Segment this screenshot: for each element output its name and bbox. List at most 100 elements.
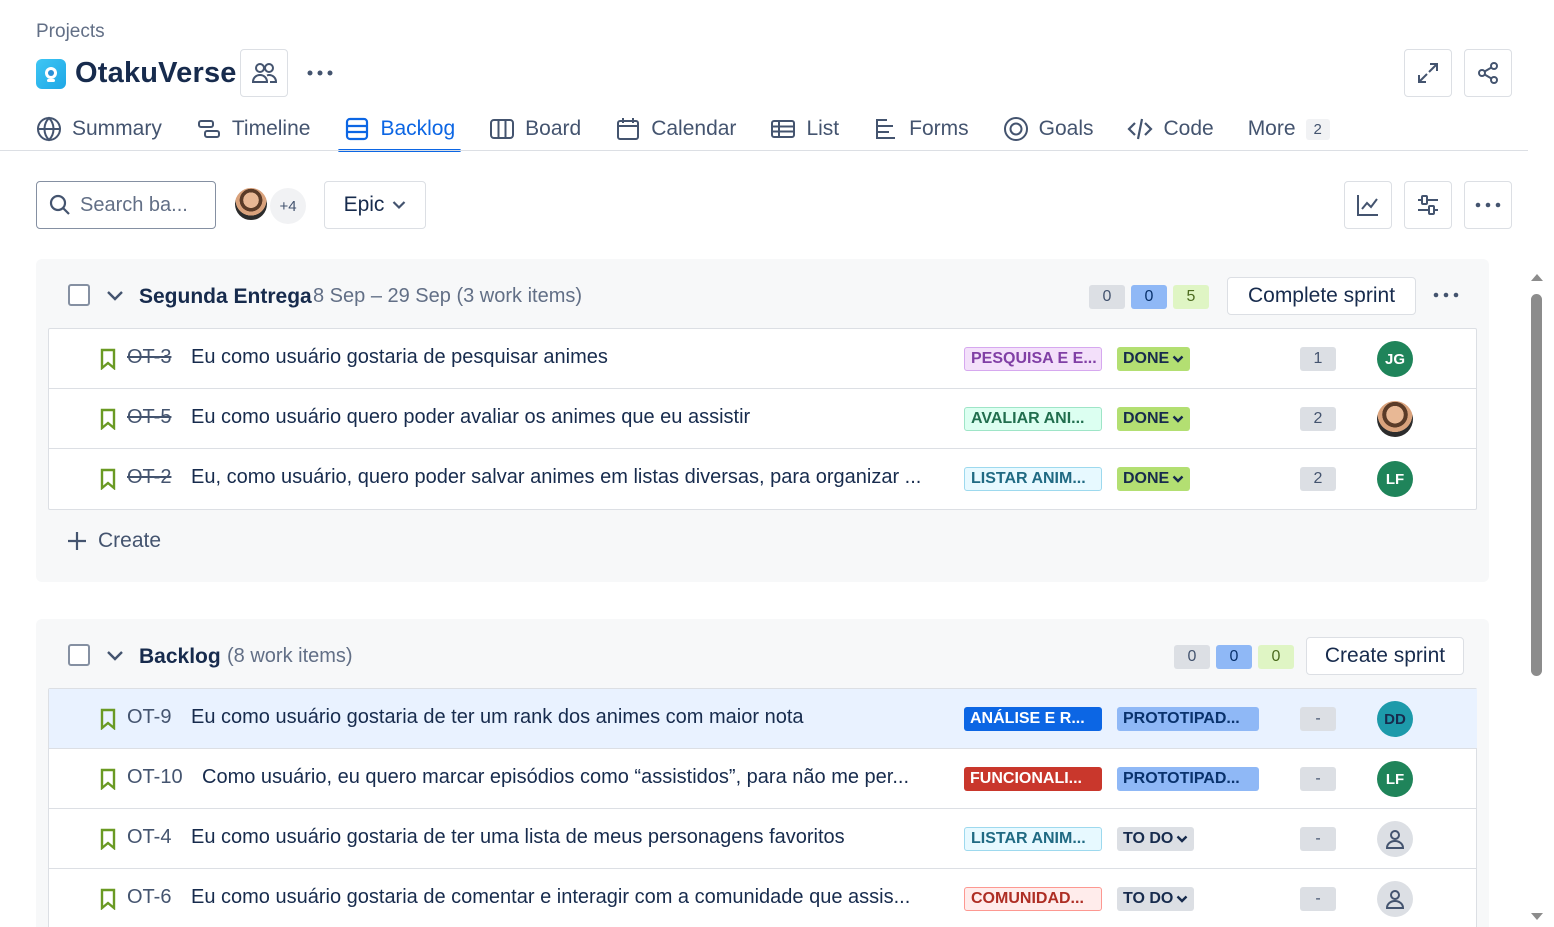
story-points-badge[interactable]: - — [1300, 707, 1336, 731]
tab-forms[interactable]: Forms — [873, 107, 969, 151]
share-button[interactable] — [1464, 49, 1512, 97]
create-issue-button[interactable]: Create — [66, 529, 161, 553]
epic-lozenge[interactable]: PESQUISA E E... — [964, 347, 1102, 371]
unassigned-avatar[interactable] — [1377, 881, 1413, 917]
tab-label: More — [1247, 117, 1296, 140]
issue-summary[interactable]: Eu como usuário gostaria de ter um rank … — [191, 706, 941, 729]
status-label: DONE — [1123, 410, 1170, 427]
avatar[interactable]: DD — [1377, 701, 1413, 737]
issue-key[interactable]: OT-2 — [127, 466, 171, 489]
tab-calendar[interactable]: Calendar — [615, 107, 736, 151]
table-row[interactable]: OT-6 Eu como usuário gostaria de comenta… — [49, 869, 1477, 927]
table-row[interactable]: OT-4 Eu como usuário gostaria de ter uma… — [49, 809, 1477, 869]
table-row[interactable]: OT-9 Eu como usuário gostaria de ter um … — [49, 689, 1477, 749]
code-icon — [1127, 118, 1154, 140]
story-points-badge[interactable]: 2 — [1300, 407, 1336, 431]
issue-key[interactable]: OT-5 — [127, 406, 171, 429]
tab-summary[interactable]: Summary — [36, 107, 162, 151]
epic-lozenge[interactable]: COMUNIDAD... — [964, 887, 1102, 911]
table-row[interactable]: OT-10 Como usuário, eu quero marcar epis… — [49, 749, 1477, 809]
table-row[interactable]: OT-5 Eu como usuário quero poder avaliar… — [49, 389, 1477, 449]
sprint-checkbox[interactable] — [68, 284, 90, 306]
scroll-down-icon[interactable] — [1530, 912, 1544, 922]
backlog-icon — [346, 117, 369, 141]
backlog-name[interactable]: Backlog — [139, 645, 221, 669]
backlog-checkbox[interactable] — [68, 644, 90, 666]
insights-button[interactable] — [1344, 181, 1392, 229]
tab-label: Backlog — [380, 117, 456, 140]
story-points-badge[interactable]: - — [1300, 827, 1336, 851]
tab-label: Goals — [1038, 117, 1094, 140]
story-icon — [100, 348, 116, 370]
status-dropdown[interactable]: TO DO — [1117, 827, 1195, 851]
avatars-more-button[interactable]: +4 — [270, 188, 306, 224]
status-dropdown[interactable]: PROTOTIPAD... — [1117, 707, 1259, 731]
story-points-badge[interactable]: 2 — [1300, 467, 1336, 491]
scroll-up-icon[interactable] — [1530, 272, 1544, 282]
more-icon — [1433, 292, 1459, 298]
issue-summary[interactable]: Eu como usuário gostaria de pesquisar an… — [191, 346, 941, 369]
chevron-down-icon[interactable] — [106, 649, 124, 661]
story-points-badge[interactable]: - — [1300, 887, 1336, 911]
view-settings-button[interactable] — [1404, 181, 1452, 229]
status-dropdown[interactable]: PROTOTIPAD... — [1117, 767, 1259, 791]
status-label: TO DO — [1123, 830, 1174, 847]
issue-summary[interactable]: Eu como usuário quero poder avaliar os a… — [191, 406, 941, 429]
tab-goals[interactable]: Goals — [1003, 107, 1094, 151]
sprint-name[interactable]: Segunda Entrega — [139, 285, 312, 309]
create-sprint-button[interactable]: Create sprint — [1306, 637, 1464, 675]
status-dropdown[interactable]: DONE — [1117, 467, 1191, 491]
tab-label: Code — [1163, 117, 1214, 140]
status-label: DONE — [1123, 470, 1170, 487]
avatar[interactable] — [233, 186, 269, 222]
scrollbar-thumb[interactable] — [1531, 294, 1542, 676]
tab-list[interactable]: List — [770, 107, 839, 151]
epic-lozenge[interactable]: LISTAR ANIM... — [964, 467, 1102, 491]
status-dropdown[interactable]: DONE — [1117, 407, 1191, 431]
issue-key[interactable]: OT-6 — [127, 886, 171, 909]
sprint-more-button[interactable] — [1426, 275, 1466, 315]
person-icon — [1385, 830, 1405, 849]
status-dropdown[interactable]: TO DO — [1117, 887, 1195, 911]
issue-key[interactable]: OT-9 — [127, 706, 171, 729]
epic-lozenge[interactable]: FUNCIONALI... — [964, 767, 1102, 791]
epic-filter-button[interactable]: Epic — [324, 181, 426, 229]
team-button[interactable] — [240, 49, 288, 97]
chevron-down-icon[interactable] — [106, 289, 124, 301]
search-input[interactable]: Search ba... — [36, 181, 216, 229]
avatar[interactable]: LF — [1377, 461, 1413, 497]
calendar-icon — [617, 118, 640, 140]
story-points-badge[interactable]: - — [1300, 767, 1336, 791]
epic-lozenge[interactable]: LISTAR ANIM... — [964, 827, 1102, 851]
issue-summary[interactable]: Eu como usuário gostaria de comentar e i… — [191, 886, 941, 909]
tab-more[interactable]: More 2 — [1248, 107, 1330, 151]
backlog-more-button[interactable] — [1464, 181, 1512, 229]
breadcrumb[interactable]: Projects — [36, 21, 105, 43]
tab-board[interactable]: Board — [489, 107, 581, 151]
avatar[interactable] — [1377, 401, 1413, 437]
tab-timeline[interactable]: Timeline — [196, 107, 310, 151]
issue-key[interactable]: OT-4 — [127, 826, 171, 849]
status-dropdown[interactable]: DONE — [1117, 347, 1191, 371]
story-points-badge[interactable]: 1 — [1300, 347, 1336, 371]
epic-lozenge[interactable]: ANÁLISE E R... — [964, 707, 1102, 731]
issue-key[interactable]: OT-3 — [127, 346, 171, 369]
issue-summary[interactable]: Eu como usuário gostaria de ter uma list… — [191, 826, 941, 849]
complete-sprint-button[interactable]: Complete sprint — [1227, 277, 1416, 315]
tab-code[interactable]: Code — [1127, 107, 1214, 151]
unassigned-avatar[interactable] — [1377, 821, 1413, 857]
table-row[interactable]: OT-2 Eu, como usuário, quero poder salva… — [49, 449, 1477, 509]
issue-summary[interactable]: Eu, como usuário, quero poder salvar ani… — [191, 466, 941, 489]
avatar[interactable]: JG — [1377, 341, 1413, 377]
project-tabs: Summary Timeline Backlog Board Calendar … — [36, 106, 1364, 152]
table-row[interactable]: OT-3 Eu como usuário gostaria de pesquis… — [49, 329, 1477, 389]
issue-key[interactable]: OT-10 — [127, 766, 183, 789]
fullscreen-button[interactable] — [1404, 49, 1452, 97]
epic-lozenge[interactable]: AVALIAR ANI... — [964, 407, 1102, 431]
sprint-dates: 8 Sep – 29 Sep (3 work items) — [313, 285, 583, 307]
in-progress-count-badge: 0 — [1216, 645, 1252, 669]
issue-summary[interactable]: Como usuário, eu quero marcar episódios … — [202, 766, 940, 789]
tab-backlog[interactable]: Backlog — [338, 107, 461, 152]
avatar[interactable]: LF — [1377, 761, 1413, 797]
project-more-button[interactable] — [300, 53, 340, 93]
